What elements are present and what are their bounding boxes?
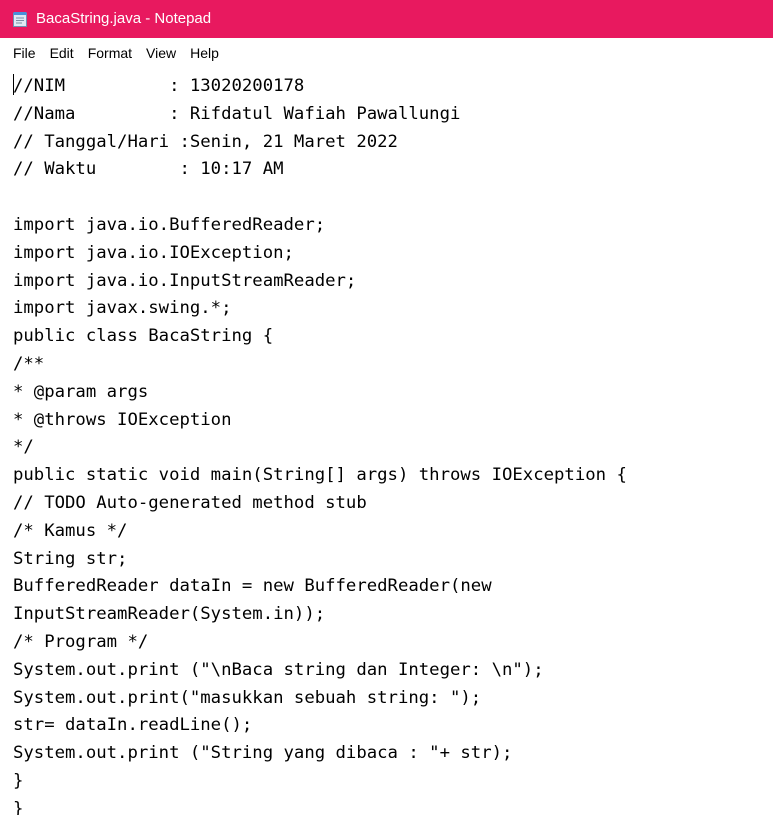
code-line: } xyxy=(13,770,24,791)
title-bar[interactable]: BacaString.java - Notepad xyxy=(0,0,773,38)
code-line: import java.io.InputStreamReader; xyxy=(13,270,357,291)
code-line: System.out.print ("\nBaca string dan Int… xyxy=(13,659,544,680)
text-editor-area[interactable]: //NIM : 13020200178 //Nama : Rifdatul Wa… xyxy=(0,68,773,815)
code-line: InputStreamReader(System.in)); xyxy=(13,604,326,625)
code-line: BufferedReader dataIn = new BufferedRead… xyxy=(13,576,492,597)
code-line: str= dataIn.readLine(); xyxy=(13,715,253,736)
code-line: //Nama : Rifdatul Wafiah Pawallungi xyxy=(13,103,461,124)
code-line: */ xyxy=(13,437,34,458)
menu-format[interactable]: Format xyxy=(81,42,139,64)
code-line: String str; xyxy=(13,548,128,569)
code-line: /** xyxy=(13,353,45,374)
code-text[interactable]: //NIM : 13020200178 //Nama : Rifdatul Wa… xyxy=(0,68,773,815)
menu-help[interactable]: Help xyxy=(183,42,226,64)
code-line: import javax.swing.*; xyxy=(13,298,232,319)
menu-bar: File Edit Format View Help xyxy=(0,38,773,68)
notepad-icon xyxy=(13,12,27,27)
code-line: /* Kamus */ xyxy=(13,520,128,541)
code-line: System.out.print("masukkan sebuah string… xyxy=(13,687,482,708)
code-line: // Tanggal/Hari :Senin, 21 Maret 2022 xyxy=(13,131,398,152)
menu-view[interactable]: View xyxy=(139,42,183,64)
menu-edit[interactable]: Edit xyxy=(43,42,81,64)
text-caret xyxy=(13,74,14,95)
code-line: System.out.print ("String yang dibaca : … xyxy=(13,743,513,764)
code-line: // Waktu : 10:17 AM xyxy=(13,159,284,180)
code-line: //NIM : 13020200178 xyxy=(13,76,305,96)
code-line: * @param args xyxy=(13,381,149,402)
code-line: public static void main(String[] args) t… xyxy=(13,465,627,486)
code-line: import java.io.IOException; xyxy=(13,242,294,263)
code-line: /* Program */ xyxy=(13,631,149,652)
window-title: BacaString.java - Notepad xyxy=(36,10,212,27)
menu-file[interactable]: File xyxy=(6,42,43,64)
notepad-window: BacaString.java - Notepad File Edit Form… xyxy=(0,0,773,815)
code-line: // TODO Auto-generated method stub xyxy=(13,492,367,513)
code-line: } xyxy=(13,798,24,815)
code-line: public class BacaString { xyxy=(13,326,274,347)
code-line: * @throws IOException xyxy=(13,409,232,430)
code-line: import java.io.BufferedReader; xyxy=(13,214,326,235)
